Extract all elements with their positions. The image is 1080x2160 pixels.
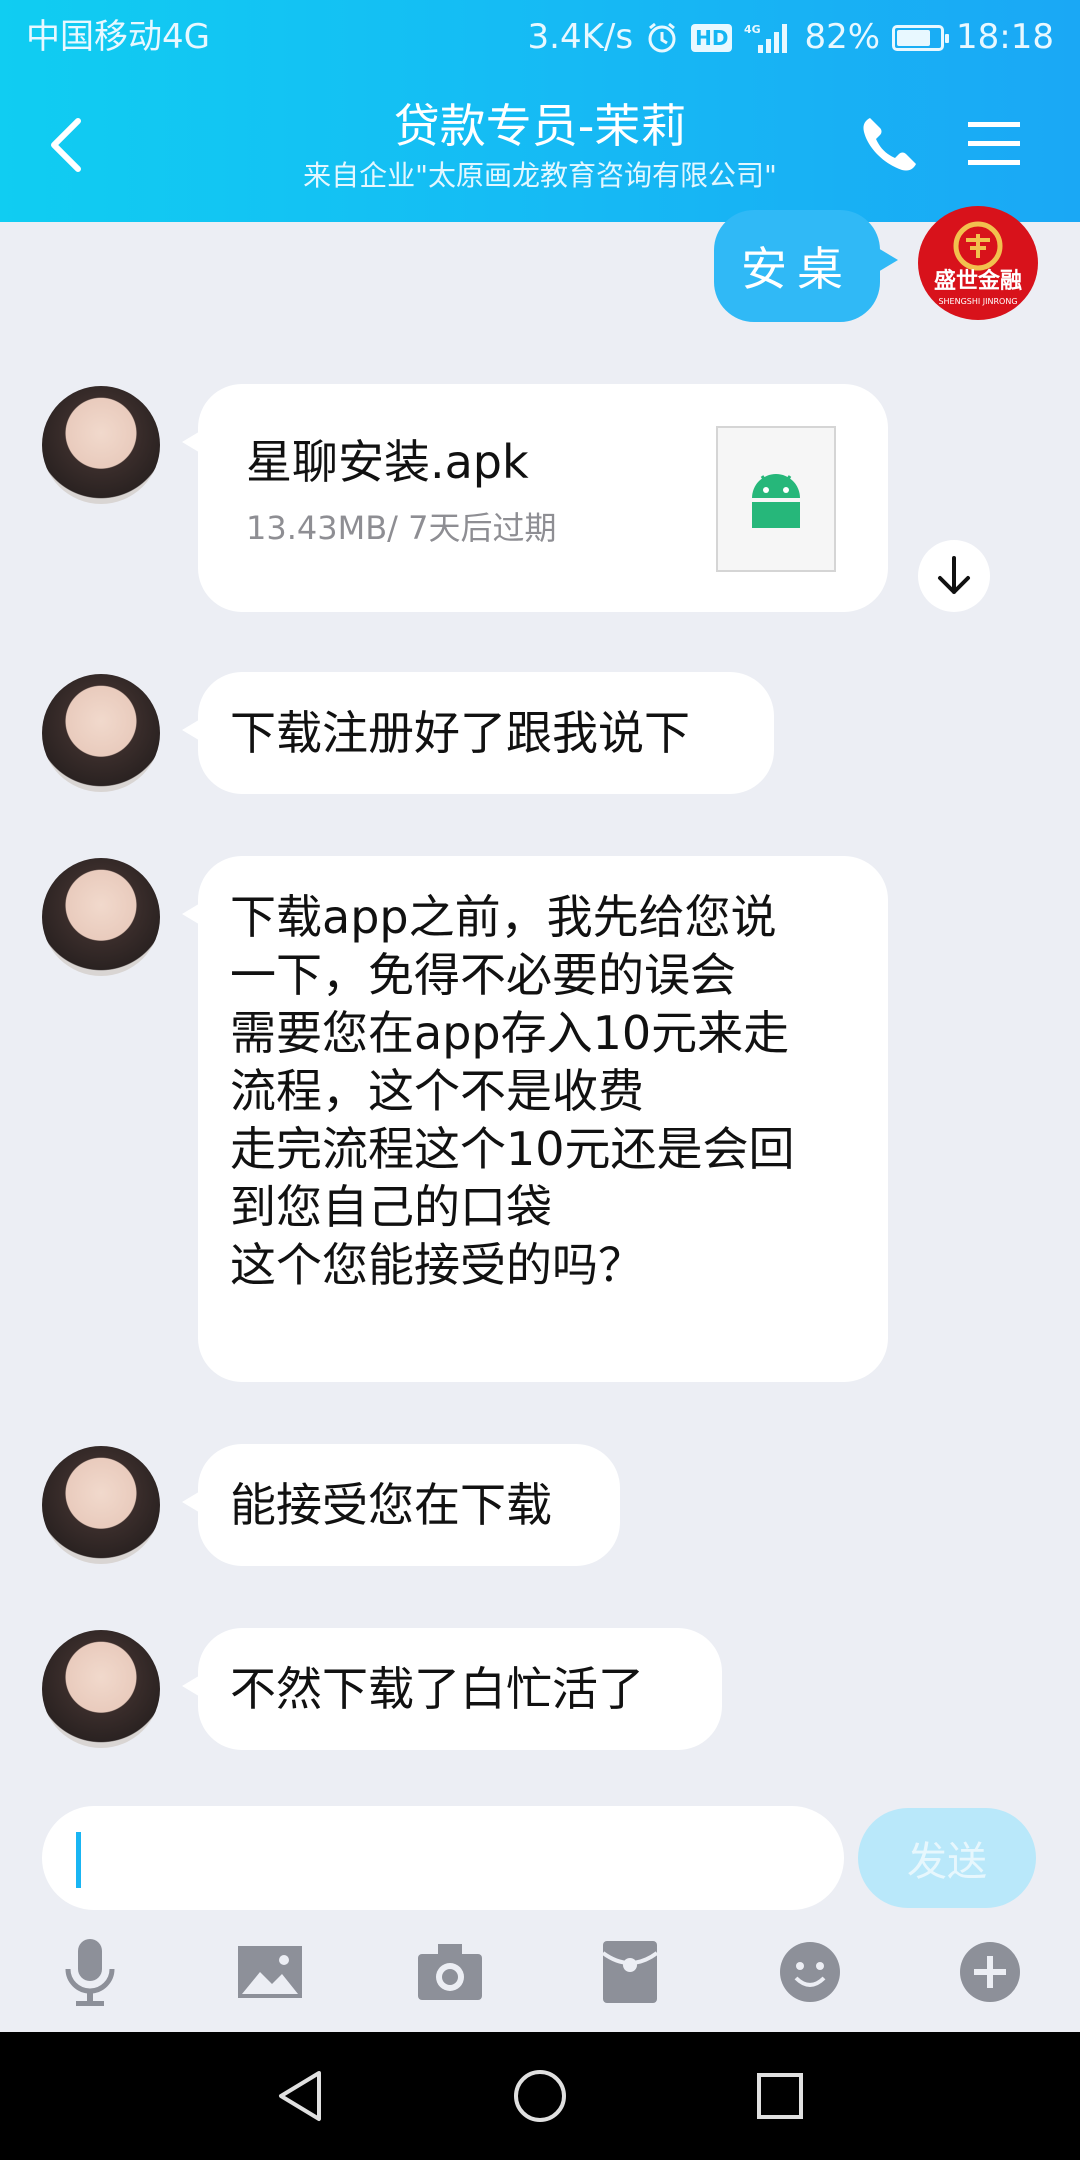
carrier-label: 中国移动4G: [26, 17, 210, 57]
network-speed: 3.4K/s: [527, 17, 634, 57]
camera-icon: [418, 1944, 482, 2000]
emoji-icon: [780, 1942, 840, 2002]
contact-avatar[interactable]: [42, 1446, 160, 1564]
battery-icon: [892, 24, 950, 51]
chevron-left-icon: [51, 118, 81, 172]
alarm-icon: [645, 21, 679, 55]
message-input[interactable]: [42, 1806, 844, 1910]
chat-toolbar: [0, 1932, 1080, 2032]
microphone-icon: [65, 1939, 115, 2006]
message-text: 能接受您在下载: [230, 1478, 552, 1532]
nav-recents-button[interactable]: [740, 2056, 820, 2136]
system-nav-bar: [0, 2032, 1080, 2160]
message-line: 到您自己的口袋: [230, 1180, 552, 1234]
nav-back-button[interactable]: [260, 2056, 340, 2136]
home-circle-icon: [514, 2070, 566, 2122]
contact-avatar[interactable]: [42, 674, 160, 792]
nav-home-button[interactable]: [500, 2056, 580, 2136]
voice-button[interactable]: [50, 1932, 130, 2012]
message-line: 这个您能接受的吗？: [230, 1238, 644, 1292]
file-message-bubble[interactable]: 星聊安装.apk 13.43MB/ 7天后过期: [182, 384, 888, 612]
hd-icon: HD: [691, 23, 733, 52]
received-message-bubble[interactable]: 下载app之前，我先给您说 一下，免得不必要的误会 需要您在app存入10元来走…: [182, 856, 888, 1382]
plus-icon: [960, 1942, 1020, 2002]
emoji-button[interactable]: [770, 1932, 850, 2012]
image-button[interactable]: [230, 1932, 310, 2012]
contact-avatar[interactable]: [42, 858, 160, 976]
page-title: 贷款专员-茉莉: [393, 99, 687, 153]
back-button[interactable]: [38, 105, 94, 185]
camera-button[interactable]: [410, 1932, 490, 2012]
back-triangle-icon: [279, 2071, 321, 2121]
menu-button[interactable]: [966, 116, 1022, 172]
text-caret: [76, 1832, 81, 1888]
battery-level: [897, 29, 931, 46]
received-message-bubble[interactable]: 下载注册好了跟我说下: [182, 672, 774, 794]
network-type: 4G: [744, 23, 761, 36]
phone-icon: [863, 118, 916, 171]
contact-avatar[interactable]: [42, 386, 160, 504]
page-subtitle: 来自企业"太原画龙教育咨询有限公司": [303, 159, 777, 192]
message-line: 一下，免得不必要的误会: [230, 948, 736, 1002]
message-text: 不然下载了白忙活了: [230, 1662, 644, 1716]
file-meta: 13.43MB/ 7天后过期: [246, 509, 557, 547]
red-packet-icon: [601, 1941, 659, 2003]
message-text: 下载注册好了跟我说下: [230, 706, 690, 760]
download-button[interactable]: [918, 540, 990, 612]
received-message-bubble[interactable]: 不然下载了白忙活了: [182, 1628, 722, 1750]
android-icon: [752, 474, 800, 528]
signal-icon: 4G: [744, 21, 792, 55]
file-name: 星聊安装.apk: [246, 435, 529, 489]
contact-avatar[interactable]: [42, 1630, 160, 1748]
avatar-logo-text: 盛世金融: [934, 268, 1022, 294]
more-button[interactable]: [950, 1932, 1030, 2012]
battery-percent: 82%: [804, 17, 881, 57]
chat-header: 中国移动4G 3.4K/s HD 4G 82% 18:18 贷款专员-茉莉 来自…: [0, 0, 1080, 222]
image-icon: [238, 1946, 302, 1998]
status-bar: 中国移动4G 3.4K/s HD 4G 82% 18:18: [0, 0, 1080, 75]
sent-message-bubble[interactable]: 安桌: [714, 210, 898, 322]
chat-title-block: 贷款专员-茉莉 来自企业"太原画龙教育咨询有限公司": [200, 96, 880, 196]
clock: 18:18: [956, 17, 1054, 57]
call-button[interactable]: [856, 112, 922, 178]
arrow-down-icon: [938, 556, 970, 594]
red-packet-button[interactable]: [590, 1932, 670, 2012]
my-avatar[interactable]: 盛世金融 SHENGSHI JINRONG: [918, 206, 1038, 320]
avatar-logo-subtext: SHENGSHI JINRONG: [938, 297, 1017, 306]
file-thumbnail: [716, 426, 836, 572]
message-line: 走完流程这个10元还是会回: [230, 1122, 795, 1176]
message-line: 下载app之前，我先给您说: [230, 890, 777, 944]
send-button[interactable]: 发送: [858, 1808, 1036, 1908]
received-message-bubble[interactable]: 能接受您在下载: [182, 1444, 620, 1566]
message-line: 需要您在app存入10元来走: [230, 1006, 790, 1060]
message-line: 流程，这个不是收费: [230, 1064, 644, 1118]
recents-square-icon: [757, 2073, 803, 2119]
hamburger-menu-icon: [968, 122, 1020, 165]
